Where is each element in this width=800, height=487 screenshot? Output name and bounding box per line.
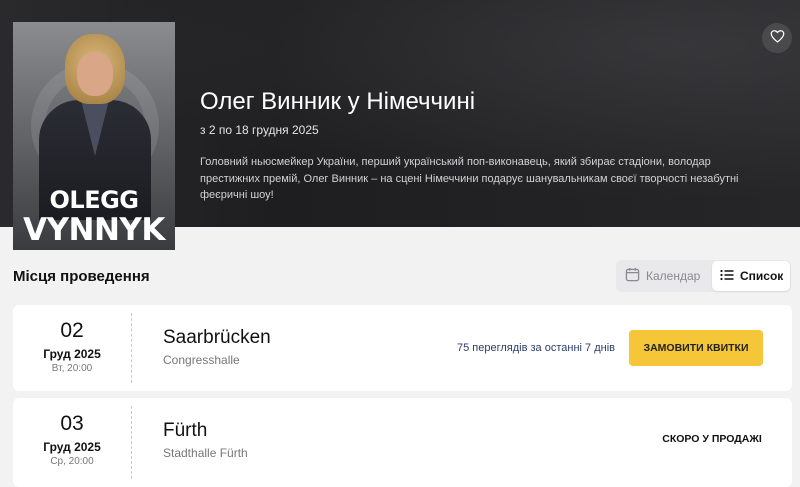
poster-name-line1: OLEGG <box>49 186 140 214</box>
venue-date-block: 03 Груд 2025 Ср, 20:00 <box>13 398 131 487</box>
venue-date-divider <box>131 313 132 383</box>
calendar-view-label: Календар <box>646 269 701 283</box>
venue-weekday-time: Вт, 20:00 <box>51 363 93 374</box>
venue-city: Saarbrücken <box>163 327 271 348</box>
coming-soon-status: СКОРО У ПРОДАЖІ <box>662 433 762 445</box>
event-title: Олег Винник у Німеччині <box>200 88 476 115</box>
poster-name-line2: VYNNYK <box>23 212 165 248</box>
venue-day: 02 <box>60 319 84 342</box>
view-toggle: Календар Список <box>616 260 791 292</box>
poster-figure-face <box>77 52 113 96</box>
event-poster: OLEGG VYNNYK <box>13 22 175 250</box>
favorite-button[interactable] <box>762 23 792 53</box>
venue-hall: Congresshalle <box>163 353 240 367</box>
venue-card-saarbrucken: 02 Груд 2025 Вт, 20:00 Saarbrücken Congr… <box>13 305 792 391</box>
heart-icon <box>770 29 785 48</box>
venue-date-divider <box>131 406 132 479</box>
venue-day: 03 <box>60 412 84 435</box>
event-description: Головний ньюсмейкер України, перший укра… <box>200 156 739 201</box>
venue-weekday-time: Ср, 20:00 <box>50 456 94 467</box>
venue-views-count: 75 переглядів за останні 7 днів <box>457 342 615 354</box>
event-dates: з 2 по 18 грудня 2025 <box>200 123 319 137</box>
venue-month-year: Груд 2025 <box>43 347 101 361</box>
venue-city: Fürth <box>163 420 208 441</box>
list-view-label: Список <box>740 269 784 283</box>
calendar-icon <box>625 267 640 285</box>
venues-heading: Місця проведення <box>13 268 150 285</box>
list-icon <box>720 269 734 284</box>
list-view-button[interactable]: Список <box>712 261 790 291</box>
venue-hall: Stadthalle Fürth <box>163 446 248 460</box>
calendar-view-button[interactable]: Календар <box>616 260 712 292</box>
order-tickets-button[interactable]: ЗАМОВИТИ КВИТКИ <box>629 330 763 366</box>
venue-card-furth: 03 Груд 2025 Ср, 20:00 Fürth Stadthalle … <box>13 398 792 487</box>
venue-date-block: 02 Груд 2025 Вт, 20:00 <box>13 305 131 391</box>
venue-month-year: Груд 2025 <box>43 440 101 454</box>
